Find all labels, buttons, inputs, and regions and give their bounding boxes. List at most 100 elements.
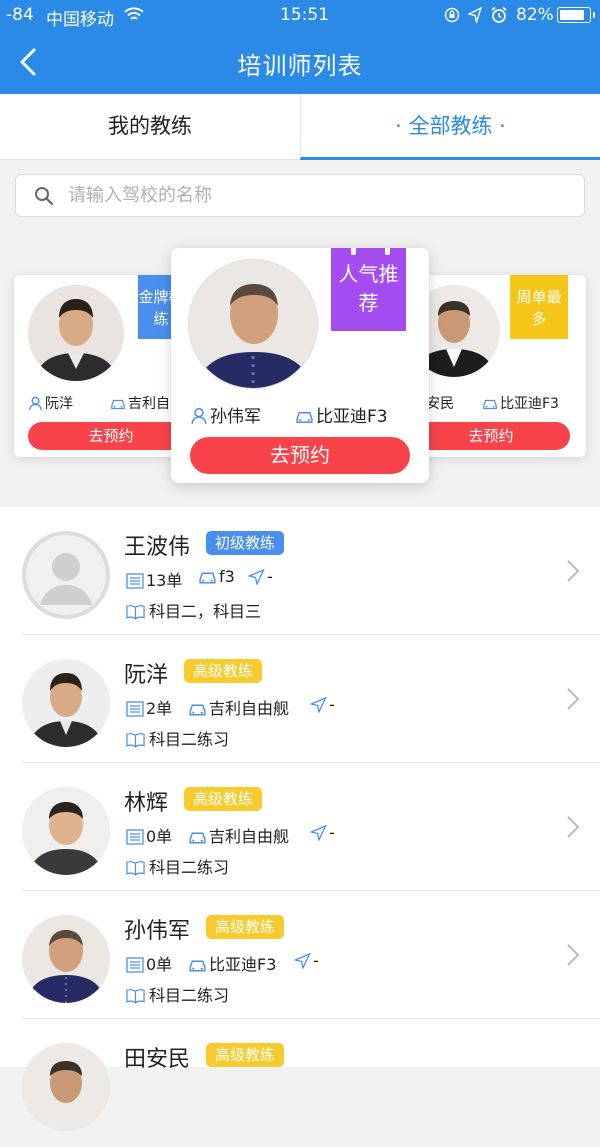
coach-distance: - (309, 695, 335, 714)
coach-photo (22, 659, 110, 747)
car-icon (199, 572, 216, 584)
tab-my-coaches[interactable]: 我的教练 (0, 94, 300, 160)
car-icon (189, 832, 206, 844)
location-icon (468, 7, 482, 23)
coach-photo (22, 915, 110, 1003)
level-badge: 高级教练 (184, 787, 263, 811)
battery-icon (557, 7, 595, 23)
search-icon (35, 187, 54, 206)
coach-distance: - (293, 951, 319, 970)
coach-car: 吉利自由舰 (188, 695, 289, 719)
coach-photo (22, 1043, 110, 1131)
person-icon (29, 396, 42, 411)
car-icon (189, 704, 206, 716)
coach-list: 王波伟 初级教练 13单 f3 - 科目二，科目三 阮洋 高级教练 2单 吉利自… (0, 507, 600, 1131)
car-icon (111, 399, 125, 410)
coach-name: 阮洋 (28, 393, 73, 413)
coach-name: 孙伟军 (190, 402, 261, 427)
level-badge: 高级教练 (206, 1043, 285, 1067)
carrier-name: 中国移动 (46, 10, 114, 30)
search-bar (15, 174, 585, 217)
chevron-right-icon (567, 560, 580, 582)
book-button[interactable]: 去预约 (28, 422, 194, 450)
coach-tag: 人气推荐 (331, 248, 406, 331)
coach-car: f3 (198, 567, 235, 586)
coach-tag: 周单最多 (510, 275, 568, 339)
avatar (22, 1043, 110, 1131)
default-avatar-icon (26, 535, 106, 615)
book-button[interactable]: 去预约 (412, 422, 570, 450)
coach-photo (22, 787, 110, 875)
book-icon (126, 861, 145, 876)
order-count: 13单 (126, 567, 182, 591)
coach-distance: - (247, 567, 273, 586)
list-icon (126, 957, 144, 973)
coach-car: 吉利自由舰 (188, 823, 289, 847)
book-icon (126, 605, 145, 620)
coach-name: 阮洋 (124, 663, 169, 688)
coach-car: 比亚迪F3 (188, 951, 276, 975)
level-badge: 高级教练 (184, 659, 263, 683)
navigation-icon (293, 952, 311, 970)
coach-photo (189, 260, 317, 388)
avatar (22, 915, 110, 1003)
status-bar: -84 中国移动 15:51 82% (0, 0, 600, 30)
level-badge: 高级教练 (206, 915, 285, 939)
list-icon (126, 701, 144, 717)
coach-subjects: 科目二练习 (126, 982, 229, 1006)
avatar (28, 285, 124, 381)
coach-car: 比亚迪F3 (482, 393, 559, 413)
coach-name: 孙伟军 (124, 919, 191, 944)
person-icon (191, 407, 207, 424)
featured-carousel[interactable]: 金牌教练 阮洋 吉利自由舰 去预约 周单最多 田安民 比亚迪F3 去预约 人气推… (0, 232, 600, 507)
order-count: 0单 (126, 823, 172, 847)
page-title: 培训师列表 (237, 52, 363, 80)
car-icon (296, 412, 313, 424)
coach-subjects: 科目二，科目三 (126, 598, 261, 622)
navigation-icon (309, 696, 327, 714)
coach-row[interactable]: 田安民 高级教练 (0, 1019, 600, 1147)
wifi-icon (124, 7, 144, 20)
navigation-icon (247, 568, 265, 586)
alarm-icon (491, 6, 507, 23)
order-count: 2单 (126, 695, 172, 719)
tab-bar: 我的教练 · 全部教练 · (0, 94, 600, 160)
tag-ring (385, 248, 390, 255)
chevron-right-icon (567, 816, 580, 838)
search-input[interactable] (68, 175, 568, 216)
signal-strength: -84 (6, 5, 34, 25)
chevron-right-icon (567, 688, 580, 710)
car-icon (483, 399, 497, 410)
level-badge: 初级教练 (206, 531, 285, 555)
orientation-lock-icon (444, 7, 460, 23)
battery-percent: 82% (516, 5, 554, 25)
avatar (22, 659, 110, 747)
status-time: 15:51 (280, 5, 329, 25)
book-button[interactable]: 去预约 (190, 437, 410, 474)
book-icon (126, 733, 145, 748)
coach-row[interactable]: 王波伟 初级教练 13单 f3 - 科目二，科目三 (0, 507, 600, 635)
avatar (22, 531, 110, 619)
coach-car: 比亚迪F3 (295, 402, 388, 427)
coach-name: 王波伟 (124, 535, 191, 560)
avatar (188, 259, 318, 389)
coach-subjects: 科目二练习 (126, 726, 229, 750)
coach-row[interactable]: 孙伟军 高级教练 0单 比亚迪F3 - 科目二练习 (0, 891, 600, 1019)
tab-all-coaches[interactable]: · 全部教练 · (300, 94, 600, 160)
car-icon (189, 960, 206, 972)
list-icon (126, 829, 144, 845)
coach-row[interactable]: 林辉 高级教练 0单 吉利自由舰 - 科目二练习 (0, 763, 600, 891)
coach-row[interactable]: 阮洋 高级教练 2单 吉利自由舰 - 科目二练习 (0, 635, 600, 763)
order-count: 0单 (126, 951, 172, 975)
coach-name: 田安民 (124, 1047, 191, 1072)
list-icon (126, 573, 144, 589)
featured-card-center[interactable]: 人气推荐 孙伟军 比亚迪F3 去预约 (171, 248, 429, 483)
chevron-right-icon (567, 944, 580, 966)
nav-bar: 培训师列表 (0, 30, 600, 94)
coach-distance: - (309, 823, 335, 842)
coach-photo (28, 285, 124, 381)
coach-name: 林辉 (124, 791, 169, 816)
tag-ring (351, 248, 356, 255)
book-icon (126, 989, 145, 1004)
avatar (22, 787, 110, 875)
